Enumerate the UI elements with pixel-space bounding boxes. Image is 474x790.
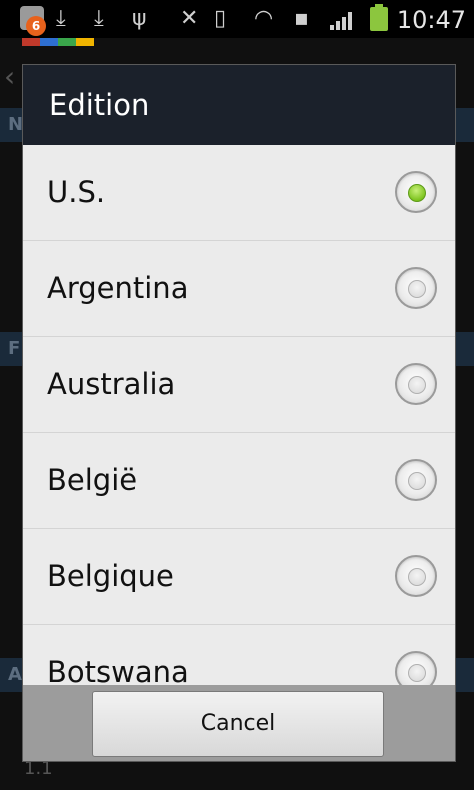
clock: 10:47 bbox=[396, 6, 466, 34]
edition-option-australia[interactable]: Australia bbox=[23, 337, 455, 433]
radio-button[interactable] bbox=[395, 267, 437, 309]
sd-card-icon: ▪ bbox=[294, 6, 309, 31]
option-label: U.S. bbox=[47, 175, 106, 209]
background-section-letter: F bbox=[8, 338, 21, 359]
mute-icon: ✕ bbox=[180, 6, 199, 31]
radio-button[interactable] bbox=[395, 555, 437, 597]
battery-charging-icon bbox=[370, 4, 388, 31]
option-label: Argentina bbox=[47, 271, 189, 305]
edition-dialog: Edition U.S. Argentina Australia België … bbox=[22, 64, 456, 762]
download-icon: ⤓ bbox=[94, 6, 104, 31]
dialog-header: Edition bbox=[23, 65, 455, 145]
usb-icon: ψ bbox=[132, 6, 147, 31]
download-icon: ⤓ bbox=[56, 6, 66, 31]
edition-option-us[interactable]: U.S. bbox=[23, 145, 455, 241]
background-section-letter: A bbox=[8, 664, 22, 685]
edition-option-argentina[interactable]: Argentina bbox=[23, 241, 455, 337]
option-label: België bbox=[47, 463, 138, 497]
radio-button-selected[interactable] bbox=[395, 171, 437, 213]
dialog-footer: Cancel bbox=[23, 685, 455, 761]
status-bar: 6 ⤓ ⤓ ψ ✕ ▯ ◠ ▪ 10:47 bbox=[0, 0, 474, 38]
back-chevron-icon: ‹ bbox=[4, 60, 16, 93]
signal-icon bbox=[330, 10, 356, 30]
option-label: Botswana bbox=[47, 655, 189, 685]
background-section-letter: N bbox=[8, 114, 24, 135]
dialog-title: Edition bbox=[49, 88, 150, 122]
option-label: Belgique bbox=[47, 559, 174, 593]
option-label: Australia bbox=[47, 367, 176, 401]
vibrate-icon: ▯ bbox=[214, 6, 227, 31]
edition-option-belgie[interactable]: België bbox=[23, 433, 455, 529]
radio-button[interactable] bbox=[395, 363, 437, 405]
radio-button[interactable] bbox=[395, 651, 437, 685]
app-color-bar bbox=[22, 38, 94, 46]
edition-option-belgique[interactable]: Belgique bbox=[23, 529, 455, 625]
cancel-button[interactable]: Cancel bbox=[92, 691, 384, 757]
edition-options-list[interactable]: U.S. Argentina Australia België Belgique… bbox=[23, 145, 455, 685]
wifi-icon: ◠ bbox=[254, 6, 274, 31]
radio-button[interactable] bbox=[395, 459, 437, 501]
notification-count-badge: 6 bbox=[26, 16, 46, 36]
edition-option-botswana[interactable]: Botswana bbox=[23, 625, 455, 685]
